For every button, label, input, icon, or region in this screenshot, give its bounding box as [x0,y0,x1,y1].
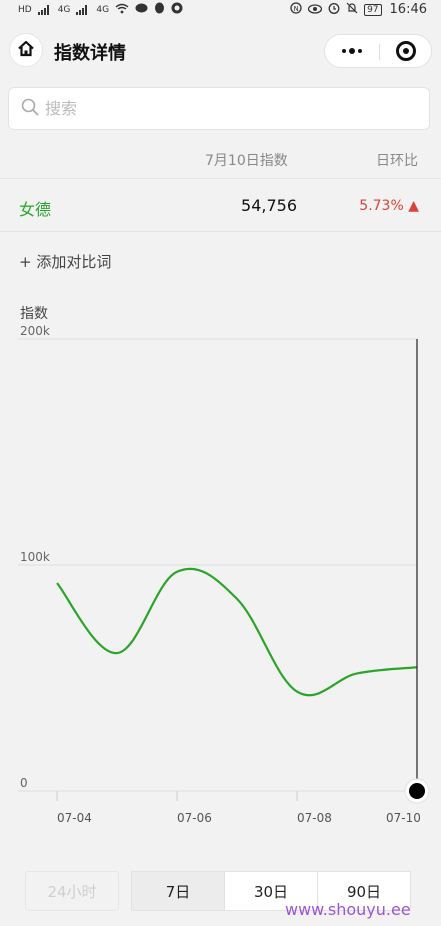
app-icon [171,2,183,17]
ratio-text: 5.73% [359,198,404,214]
page-title: 指数详情 [54,43,126,64]
tab-7d[interactable]: 7日 [131,871,225,911]
search-bar[interactable] [8,87,430,130]
close-mini-program-button[interactable] [379,35,433,67]
alarm-icon [328,2,340,17]
chat-icon [135,3,148,17]
y-tick-label: 0 [20,776,28,790]
search-input[interactable] [45,99,385,118]
status-left: HD 4G 4G [18,2,183,17]
status-time: 16:46 [389,2,427,17]
tab-24h[interactable]: 24小时 [25,871,119,911]
day-ratio-header: 日环比 [376,153,418,169]
status-bar: HD 4G 4G N 97 16:46 [0,0,441,22]
network-label-2: 4G [96,4,110,15]
keyword-label: 女德 [19,200,52,219]
mini-program-capsule [324,34,432,68]
qq-icon [154,2,165,17]
index-line-chart[interactable]: 200k 100k 0 07-04 07-06 07-08 07-10 [0,325,441,845]
search-icon [9,98,39,120]
x-tick-label: 07-08 [297,811,332,825]
y-tick-label: 100k [20,550,50,564]
mute-bell-icon [346,2,358,17]
chart-section-label: 指数 [20,306,48,322]
wifi-icon [115,3,129,17]
x-tick-label: 07-10 [386,811,421,825]
ratio-value: 5.73% ▲ [359,198,419,214]
signal-icon-2 [76,4,90,15]
status-right: N 97 16:46 [290,2,427,17]
x-tick-label: 07-06 [177,811,212,825]
index-value: 54,756 [241,196,297,215]
signal-icon [37,4,52,15]
more-button[interactable] [325,35,379,67]
eye-icon [307,3,323,17]
home-button[interactable] [9,33,43,67]
cursor-handle-dot[interactable] [409,783,425,799]
hd-label: HD [18,4,32,15]
x-tick-label: 07-04 [57,811,92,825]
battery-icon: 97 [364,3,382,16]
svg-text:N: N [294,5,299,13]
network-label-1: 4G [57,4,71,15]
add-compare-button[interactable]: + 添加对比词 [19,251,111,272]
target-icon [396,41,416,61]
home-icon [17,40,35,61]
arrow-up-icon: ▲ [408,198,419,214]
nfc-icon: N [290,2,302,17]
nav-bar: 指数详情 [0,22,441,78]
table-row[interactable]: 女德 54,756 5.73% ▲ [0,178,441,232]
series-line [56,567,418,697]
y-tick-label: 200k [20,325,50,338]
watermark: www.shouyu.ee [285,900,411,919]
date-index-header: 7月10日指数 [205,153,288,169]
